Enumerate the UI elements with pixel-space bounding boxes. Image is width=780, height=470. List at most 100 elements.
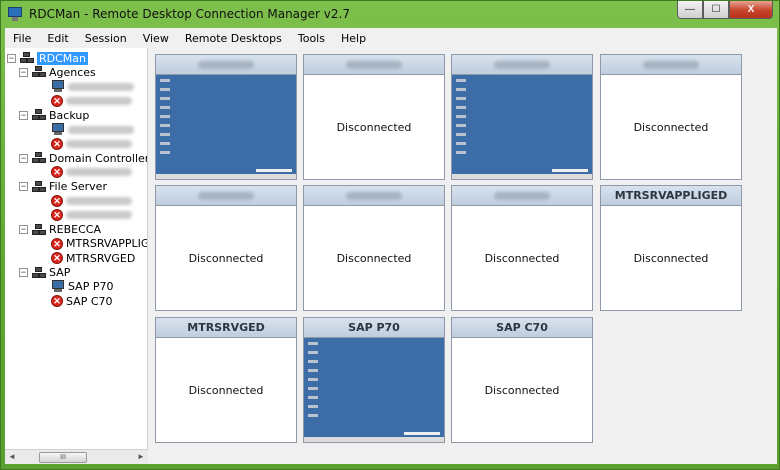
redacted-server-name — [346, 60, 402, 69]
redacted-server-name — [66, 96, 132, 105]
tree-group-label: Agences — [49, 65, 96, 79]
redacted-server-name — [494, 191, 550, 200]
disconnected-message[interactable]: Disconnected — [156, 206, 296, 310]
menu-session[interactable]: Session — [77, 32, 135, 45]
tree-group-file-server[interactable]: − File Server — [19, 180, 107, 194]
session-thumbnail[interactable]: MTRSRVGED Disconnected — [155, 317, 297, 443]
server-disconnected-icon: ✕ — [51, 237, 63, 250]
server-connected-icon — [51, 123, 65, 136]
redacted-server-name — [66, 211, 132, 220]
maximize-button[interactable]: ☐ — [703, 1, 729, 19]
server-disconnected-icon: ✕ — [51, 295, 63, 308]
session-thumbnail[interactable]: Disconnected — [600, 54, 742, 180]
session-thumbnail[interactable]: SAP P70 — [303, 317, 445, 443]
desktop-icons — [160, 79, 170, 159]
collapse-icon[interactable]: − — [7, 53, 16, 63]
thumbnail-title[interactable] — [304, 186, 444, 206]
disconnected-message[interactable]: Disconnected — [452, 338, 592, 442]
desktop-notification — [404, 432, 440, 435]
tree-server[interactable]: ✕ — [51, 208, 132, 222]
menu-file[interactable]: File — [5, 32, 39, 45]
tree-horizontal-scrollbar[interactable]: ◄ III ► — [5, 449, 148, 464]
tree-group-sap[interactable]: − SAP — [19, 266, 70, 280]
thumbnail-title[interactable] — [452, 186, 592, 206]
thumbnail-title[interactable] — [156, 186, 296, 206]
window-controls: — ☐ X — [677, 1, 773, 19]
group-icon — [32, 152, 46, 164]
collapse-icon[interactable]: − — [19, 268, 28, 277]
server-disconnected-icon: ✕ — [51, 209, 63, 222]
session-thumbnail[interactable]: Disconnected — [303, 54, 445, 180]
session-thumbnail[interactable]: Disconnected — [451, 185, 593, 311]
thumbnail-title[interactable] — [156, 55, 296, 75]
menu-help[interactable]: Help — [333, 32, 374, 45]
thumbnail-title[interactable]: MTRSRVGED — [156, 318, 296, 338]
session-thumbnail[interactable]: Disconnected — [155, 185, 297, 311]
tree-group-label: SAP — [49, 266, 71, 279]
desktop-icons — [308, 342, 318, 422]
tree-group-agences[interactable]: − Agences — [19, 65, 96, 79]
thumbnail-title[interactable] — [601, 55, 741, 75]
remote-desktop-preview[interactable] — [304, 338, 444, 442]
scroll-right-arrow-icon[interactable]: ► — [134, 450, 148, 464]
session-thumbnail[interactable]: MTRSRVAPPLIGED Disconnected — [600, 185, 742, 311]
tree-server[interactable]: ✕ SAP C70 — [51, 294, 113, 308]
server-disconnected-icon: ✕ — [51, 94, 63, 107]
menu-view[interactable]: View — [135, 32, 177, 45]
session-thumbnail[interactable]: SAP C70 Disconnected — [451, 317, 593, 443]
tree-group-domain-controller[interactable]: − Domain Controller — [19, 151, 148, 165]
group-icon — [32, 66, 46, 78]
tree-server[interactable]: ✕ — [51, 94, 132, 108]
tree-server[interactable]: ✕ MTRSRVAPPLIGE — [51, 237, 148, 251]
minimize-button[interactable]: — — [677, 1, 703, 19]
title-bar[interactable]: RDCMan - Remote Desktop Connection Manag… — [1, 1, 779, 27]
server-tree[interactable]: − RDCMan − Agences ✕ − Backup ✕ − Domain Controll… — [5, 48, 148, 449]
menu-remote-desktops[interactable]: Remote Desktops — [177, 32, 290, 45]
menu-tools[interactable]: Tools — [290, 32, 333, 45]
tree-group-rebecca[interactable]: − REBECCA — [19, 223, 101, 237]
tree-root[interactable]: − RDCMan — [7, 51, 88, 65]
tree-server[interactable] — [51, 80, 134, 94]
tree-group-backup[interactable]: − Backup — [19, 108, 89, 122]
redacted-server-name — [66, 139, 132, 148]
thumbnail-title[interactable] — [452, 55, 592, 75]
thumbnail-title[interactable]: MTRSRVAPPLIGED — [601, 186, 741, 206]
collapse-icon[interactable]: − — [19, 110, 28, 120]
tree-group-label: Domain Controller — [49, 151, 148, 165]
redacted-server-name — [198, 191, 254, 200]
tree-group-label: File Server — [49, 180, 107, 194]
disconnected-message[interactable]: Disconnected — [304, 75, 444, 179]
thumbnail-title[interactable] — [304, 55, 444, 75]
tree-server[interactable]: ✕ — [51, 165, 132, 179]
tree-server-label: MTRSRVAPPLIGE — [66, 237, 148, 251]
disconnected-message[interactable]: Disconnected — [304, 206, 444, 310]
thumbnail-title[interactable]: SAP C70 — [452, 318, 592, 338]
tree-server[interactable]: ✕ — [51, 137, 132, 151]
scroll-left-arrow-icon[interactable]: ◄ — [5, 450, 19, 464]
disconnected-message[interactable]: Disconnected — [601, 206, 741, 310]
redacted-server-name — [66, 197, 132, 205]
remote-desktop-preview[interactable] — [156, 75, 296, 179]
collapse-icon[interactable]: − — [19, 153, 28, 163]
tree-server[interactable]: ✕ — [51, 194, 132, 208]
collapse-icon[interactable]: − — [19, 225, 28, 235]
session-thumbnail[interactable] — [451, 54, 593, 180]
disconnected-message[interactable]: Disconnected — [452, 206, 592, 310]
session-thumbnail[interactable]: Disconnected — [303, 185, 445, 311]
disconnected-message[interactable]: Disconnected — [601, 75, 741, 179]
tree-server[interactable] — [51, 123, 134, 137]
tree-server[interactable]: ✕ MTRSRVGED — [51, 251, 135, 265]
session-thumbnail[interactable] — [155, 54, 297, 180]
tree-server[interactable]: SAP P70 — [51, 280, 113, 294]
menu-edit[interactable]: Edit — [39, 32, 76, 45]
tree-group-label: Backup — [49, 108, 90, 122]
close-button[interactable]: X — [729, 1, 773, 19]
collapse-icon[interactable]: − — [19, 182, 28, 192]
disconnected-message[interactable]: Disconnected — [156, 338, 296, 442]
app-window: RDCMan - Remote Desktop Connection Manag… — [0, 0, 780, 470]
scroll-thumb[interactable]: III — [39, 451, 87, 463]
group-icon — [32, 180, 46, 193]
remote-desktop-preview[interactable] — [452, 75, 592, 179]
collapse-icon[interactable]: − — [19, 67, 28, 77]
thumbnail-title[interactable]: SAP P70 — [304, 318, 444, 338]
